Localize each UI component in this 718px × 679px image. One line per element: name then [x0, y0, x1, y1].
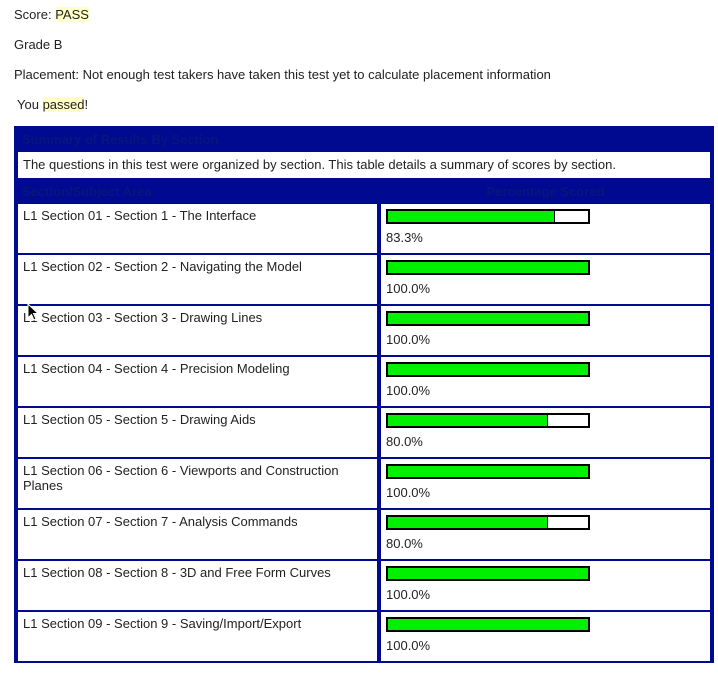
section-name: L1 Section 08 - Section 8 - 3D and Free …	[18, 561, 377, 610]
grade-text: Grade B	[14, 37, 63, 52]
score-progress-fill	[388, 466, 588, 477]
section-score: 100.0%	[381, 612, 710, 661]
score-progress-bar	[386, 311, 590, 326]
score-progress-fill	[388, 619, 588, 630]
result-suffix: !	[84, 97, 89, 112]
section-score: 100.0%	[381, 459, 710, 508]
section-score: 80.0%	[381, 408, 710, 457]
column-header-percent: Percentage Scored	[381, 180, 710, 202]
score-line: Score: PASS	[14, 7, 89, 23]
section-name: L1 Section 09 - Section 9 - Saving/Impor…	[18, 612, 377, 661]
section-name: L1 Section 06 - Section 6 - Viewports an…	[18, 459, 377, 508]
section-name: L1 Section 02 - Section 2 - Navigating t…	[18, 255, 377, 304]
table-title: Summary of Results By Section	[18, 128, 710, 150]
section-row: L1 Section 01 - Section 1 - The Interfac…	[18, 204, 710, 253]
score-progress-fill	[388, 364, 588, 375]
score-progress-fill	[388, 415, 548, 426]
score-label: Score:	[14, 7, 56, 22]
score-progress-fill	[388, 568, 588, 579]
section-score: 100.0%	[381, 357, 710, 406]
section-name: L1 Section 04 - Section 4 - Precision Mo…	[18, 357, 377, 406]
section-name: L1 Section 01 - Section 1 - The Interfac…	[18, 204, 377, 253]
score-percent-label: 80.0%	[386, 434, 423, 449]
section-score: 100.0%	[381, 255, 710, 304]
result-line: You passed!	[17, 97, 88, 113]
score-progress-bar	[386, 566, 590, 581]
score-percent-label: 100.0%	[386, 638, 431, 653]
mouse-pointer-icon	[27, 303, 39, 321]
section-row: L1 Section 05 - Section 5 - Drawing Aids…	[18, 408, 710, 457]
table-description-row: The questions in this test were organize…	[18, 152, 710, 178]
section-row: L1 Section 07 - Section 7 - Analysis Com…	[18, 510, 710, 559]
section-score: 83.3%	[381, 204, 710, 253]
score-percent-label: 100.0%	[386, 281, 431, 296]
section-score: 100.0%	[381, 561, 710, 610]
score-progress-bar	[386, 464, 590, 479]
section-name: L1 Section 07 - Section 7 - Analysis Com…	[18, 510, 377, 559]
score-progress-bar	[386, 362, 590, 377]
score-percent-label: 100.0%	[386, 383, 431, 398]
section-row: L1 Section 06 - Section 6 - Viewports an…	[18, 459, 710, 508]
score-progress-bar	[386, 617, 590, 632]
score-value: PASS	[55, 7, 89, 22]
column-header-section: Section/Subject Area	[18, 180, 377, 202]
section-name: L1 Section 05 - Section 5 - Drawing Aids	[18, 408, 377, 457]
score-progress-bar	[386, 413, 590, 428]
section-row: L1 Section 09 - Section 9 - Saving/Impor…	[18, 612, 710, 661]
table-description: The questions in this test were organize…	[18, 152, 710, 178]
section-row: L1 Section 03 - Section 3 - Drawing Line…	[18, 306, 710, 355]
score-percent-label: 83.3%	[386, 230, 423, 245]
score-progress-bar	[386, 260, 590, 275]
score-progress-bar	[386, 209, 590, 224]
score-percent-label: 100.0%	[386, 485, 431, 500]
section-row: L1 Section 04 - Section 4 - Precision Mo…	[18, 357, 710, 406]
score-percent-label: 80.0%	[386, 536, 423, 551]
results-table: Summary of Results By Section The questi…	[14, 126, 714, 663]
result-highlight: passed	[42, 97, 85, 112]
column-header-row: Section/Subject Area Percentage Scored	[18, 180, 710, 202]
score-progress-fill	[388, 313, 588, 324]
table-title-row: Summary of Results By Section	[18, 128, 710, 150]
section-row: L1 Section 08 - Section 8 - 3D and Free …	[18, 561, 710, 610]
section-score: 80.0%	[381, 510, 710, 559]
score-progress-fill	[388, 517, 548, 528]
section-score: 100.0%	[381, 306, 710, 355]
result-prefix: You	[17, 97, 43, 112]
placement-text: Placement: Not enough test takers have t…	[14, 67, 551, 82]
score-progress-fill	[388, 211, 555, 222]
score-progress-fill	[388, 262, 588, 273]
section-name: L1 Section 03 - Section 3 - Drawing Line…	[18, 306, 377, 355]
score-percent-label: 100.0%	[386, 587, 431, 602]
score-percent-label: 100.0%	[386, 332, 431, 347]
score-progress-bar	[386, 515, 590, 530]
section-row: L1 Section 02 - Section 2 - Navigating t…	[18, 255, 710, 304]
